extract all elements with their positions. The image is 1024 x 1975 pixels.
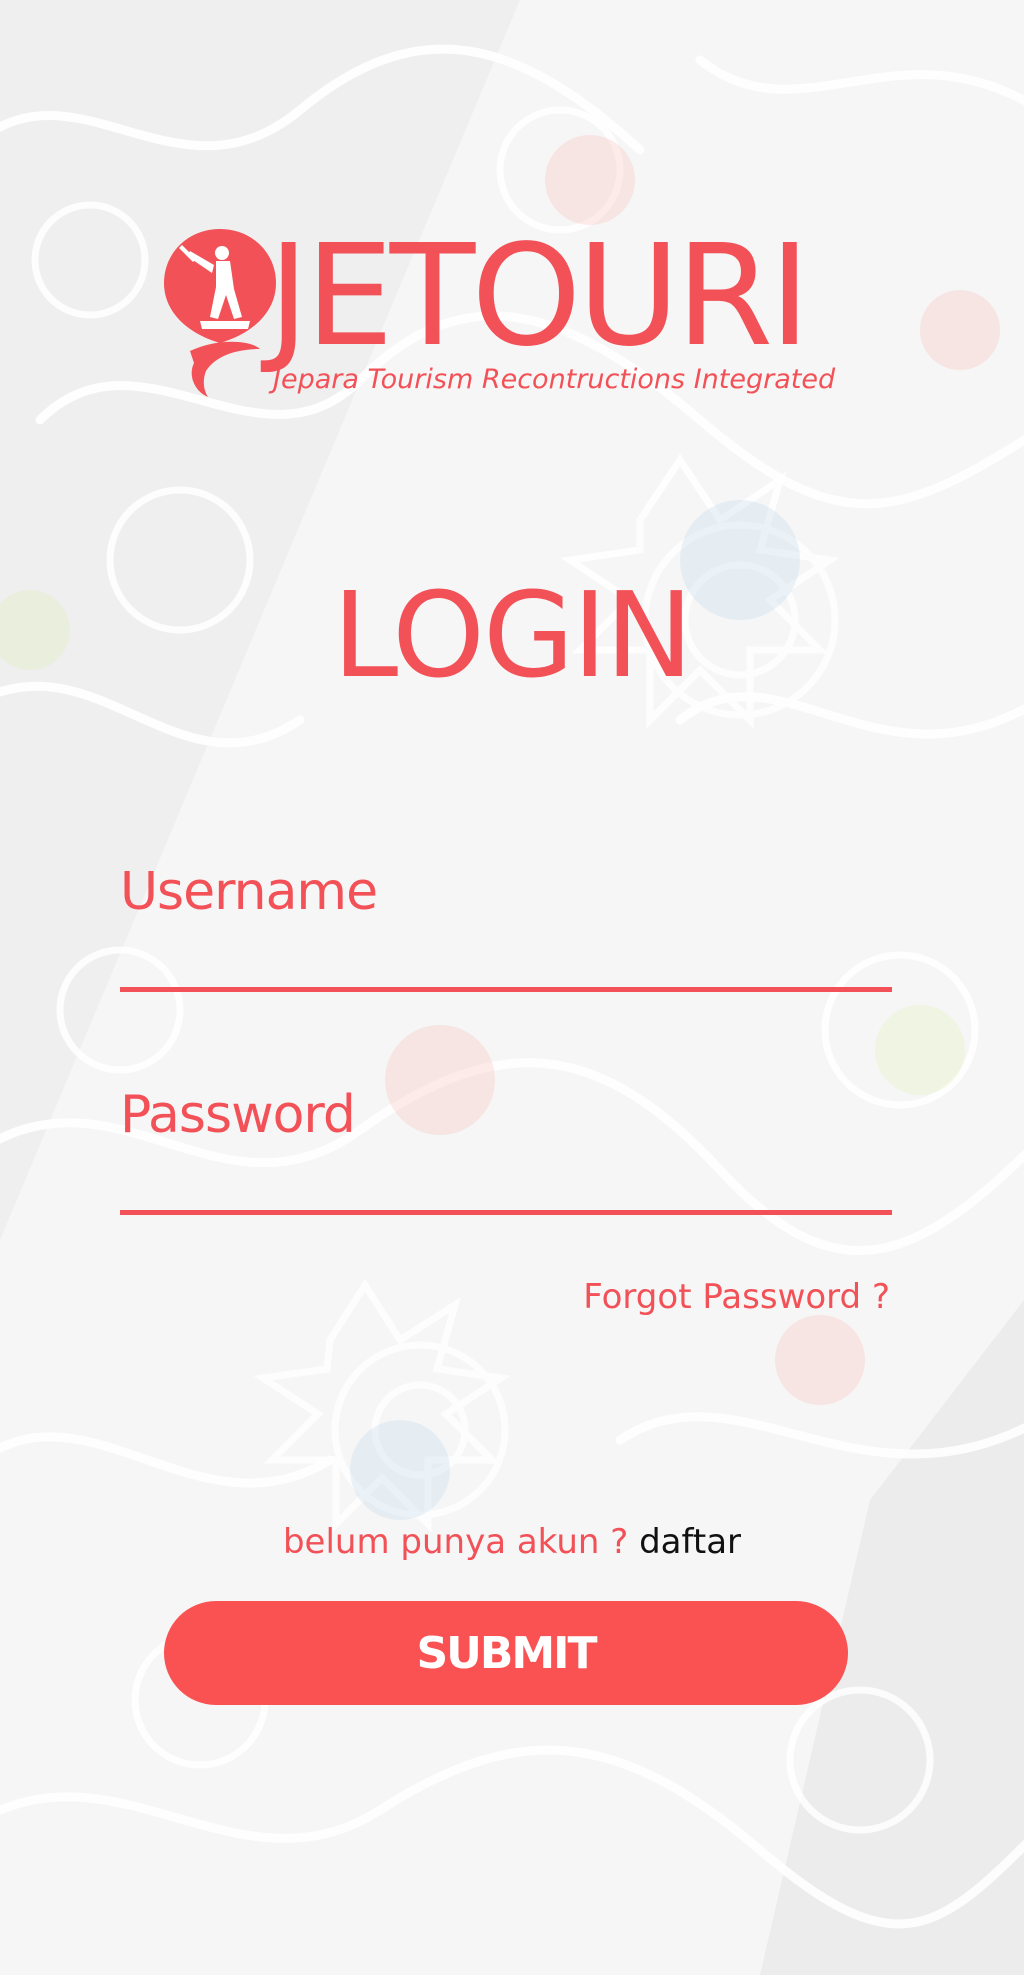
- app-logo: JETOURI Jepara Tourism Recontructions In…: [160, 225, 860, 400]
- username-input[interactable]: [120, 922, 892, 992]
- register-link[interactable]: daftar: [639, 1522, 741, 1562]
- logo-tagline: Jepara Tourism Recontructions Integrated: [273, 364, 836, 395]
- password-label: Password: [120, 1085, 356, 1145]
- username-field-group: Username: [120, 862, 892, 992]
- submit-button[interactable]: SUBMIT: [164, 1601, 848, 1705]
- login-screen: JETOURI Jepara Tourism Recontructions In…: [0, 0, 1024, 1975]
- page-title: LOGIN: [332, 566, 694, 704]
- password-input[interactable]: [120, 1145, 892, 1215]
- username-label: Username: [120, 862, 378, 922]
- logo-wordmark: JETOURI: [268, 215, 810, 378]
- password-field-group: Password: [120, 1085, 892, 1215]
- map-pin-statue-icon: [164, 229, 276, 397]
- forgot-password-link[interactable]: Forgot Password ?: [583, 1275, 890, 1319]
- register-prompt: belum punya akun ? daftar: [0, 1520, 1024, 1564]
- register-question: belum punya akun ?: [282, 1522, 629, 1562]
